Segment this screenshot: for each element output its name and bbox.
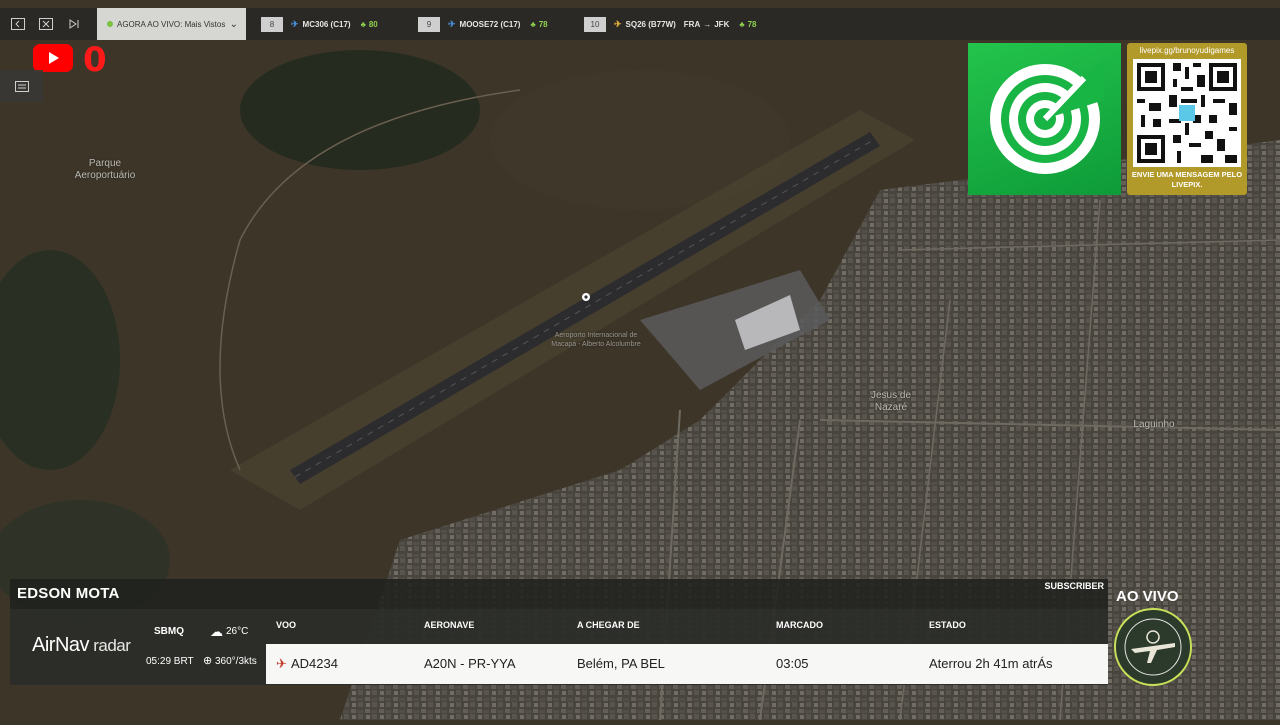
flight-callsign: MC306 (C17) — [302, 19, 351, 29]
radar-icon — [989, 60, 1104, 174]
flight-chip-10[interactable]: 10 ✈ SQ26 (B77W) FRA → JFK ♣ 78 — [584, 16, 757, 32]
flight-table: VOO AERONAVE A CHEGAR DE MARCADO ESTADO … — [266, 609, 1108, 685]
flightradar-logo — [968, 43, 1121, 195]
cloud-icon: ☁ — [210, 624, 223, 639]
youtube-subscriber-count: 0 — [83, 40, 107, 80]
live-mode-select[interactable]: AGORA AO VIVO: Mais Vistos ⌄ — [97, 8, 246, 40]
flight-info-overlay: EDSON MOTA SUBSCRIBER AirNav radar SBMQ … — [10, 579, 1108, 685]
channel-badge-logo — [1114, 608, 1192, 686]
wind-reading: 360°/3kts — [215, 656, 257, 667]
cell-from: Belém, PA BEL — [577, 656, 665, 671]
temperature: 26°C — [226, 626, 249, 637]
airport-info-panel: AirNav radar SBMQ 05:29 BRT ☁ 26°C ⊕ 360… — [10, 609, 1108, 685]
flight-callsign: SQ26 (B77W) — [625, 19, 676, 29]
livepix-card[interactable]: livepix.gg/brunoyudigames ENVIE UMA MENS… — [1127, 43, 1247, 195]
header-flight: VOO — [276, 620, 297, 630]
flight-rank: 9 — [418, 16, 440, 32]
local-time: 05:29 BRT — [146, 656, 194, 667]
ao-vivo-label: AO VIVO — [1116, 588, 1179, 605]
cell-scheduled: 03:05 — [776, 656, 809, 671]
list-view-icon[interactable] — [0, 70, 43, 102]
fuel-icon: ♣ — [739, 19, 745, 29]
airnav-radar-logo: AirNav radar — [32, 634, 131, 657]
logo-sub: radar — [89, 636, 131, 655]
plane-icon: ✈ — [614, 18, 622, 29]
streamer-name: EDSON MOTA — [17, 585, 120, 602]
qr-code-icon — [1133, 59, 1241, 167]
header-scheduled: MARCADO — [776, 620, 823, 630]
cell-flight: AD4234 — [291, 656, 338, 671]
skip-next-icon[interactable] — [64, 14, 84, 34]
airplane-badge-icon — [1124, 618, 1182, 676]
chevron-down-icon: ⌄ — [229, 18, 238, 30]
cell-aircraft: A20N - PR-YYA — [424, 656, 516, 671]
live-mode-label: AGORA AO VIVO: Mais Vistos — [117, 19, 226, 29]
plane-icon: ✈ — [291, 18, 299, 29]
flight-fuel: 78 — [747, 19, 757, 29]
fuel-icon: ♣ — [530, 19, 536, 29]
logo-main: AirNav — [32, 634, 90, 656]
flight-rank: 8 — [261, 16, 283, 32]
flight-fuel: 78 — [538, 19, 548, 29]
airline-icon: ✈ — [276, 656, 287, 671]
plane-icon: ✈ — [448, 18, 456, 29]
arrow-right-icon: → — [703, 19, 712, 29]
flight-callsign: MOOSE72 (C17) — [459, 19, 521, 29]
fuel-icon: ♣ — [360, 19, 366, 29]
flight-rank: 10 — [584, 16, 606, 32]
airport-code: SBMQ — [154, 626, 184, 637]
close-panel-icon[interactable] — [36, 14, 56, 34]
map-label-park: Parque Aeroportuário — [74, 158, 136, 181]
flight-chip-8[interactable]: 8 ✈ MC306 (C17) ♣ 80 — [261, 16, 378, 32]
flight-fuel: 80 — [368, 19, 378, 29]
youtube-icon — [33, 44, 73, 72]
livepix-message: ENVIE UMA MENSAGEM PELO LIVEPIX. — [1131, 170, 1243, 189]
route-from: FRA — [683, 19, 701, 29]
top-bar: AGORA AO VIVO: Mais Vistos ⌄ 8 ✈ MC306 (… — [0, 8, 1280, 40]
live-dot-icon — [107, 21, 113, 27]
flight-chip-9[interactable]: 9 ✈ MOOSE72 (C17) ♣ 78 — [418, 16, 548, 32]
cell-status: Aterrou 2h 41m atrÁs — [929, 656, 1053, 671]
table-row[interactable]: ✈ AD4234 A20N - PR-YYA Belém, PA BEL 03:… — [266, 644, 1108, 684]
header-status: ESTADO — [929, 620, 966, 630]
wind-icon: ⊕ — [203, 655, 213, 667]
map-label-laguinho: Laguinho — [1133, 419, 1175, 430]
route-to: JFK — [714, 19, 730, 29]
header-aircraft: AERONAVE — [424, 620, 475, 630]
map-label-district: Jesus de Nazaré — [870, 390, 912, 413]
subscriber-label: SUBSCRIBER — [1044, 581, 1104, 591]
streamer-bar: EDSON MOTA SUBSCRIBER — [10, 579, 1108, 609]
header-from: A CHEGAR DE — [577, 620, 640, 630]
collapse-panel-icon[interactable] — [8, 14, 28, 34]
map-label-airport: Aeroporto Internacional de Macapá - Albe… — [551, 332, 641, 348]
livepix-url: livepix.gg/brunoyudigames — [1139, 46, 1235, 55]
